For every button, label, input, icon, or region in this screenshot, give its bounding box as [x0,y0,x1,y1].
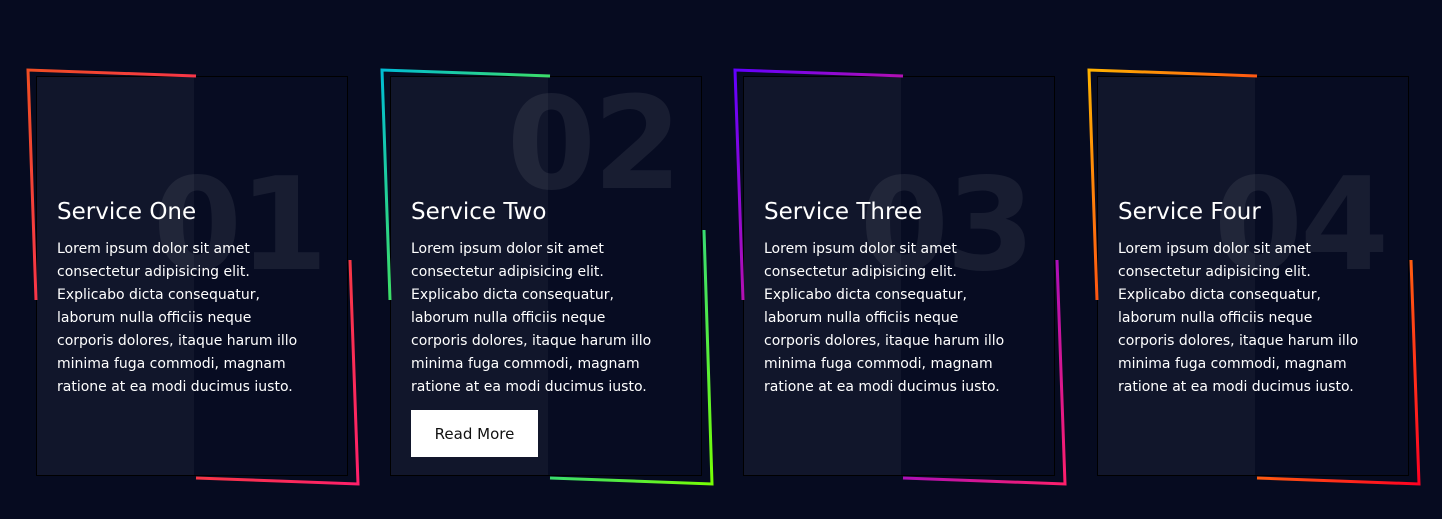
card-text-line: minima fuga commodi, magnam [411,356,640,372]
card-text-line: consectetur adipisicing elit. [764,264,957,280]
card-text-line: minima fuga commodi, magnam [764,356,993,372]
card-text-line: corporis dolores, itaque harum illo [57,333,298,349]
card-text-line: corporis dolores, itaque harum illo [411,333,652,349]
service-card-two: 02 Service Two Lorem ipsum dolor sit ame… [390,76,702,476]
card-description: Lorem ipsum dolor sit amet consectetur a… [57,238,347,399]
card-text-line: Lorem ipsum dolor sit amet [764,241,957,257]
card-text-line: Lorem ipsum dolor sit amet [57,241,250,257]
card-text-line: laborum nulla officiis neque [1118,310,1313,326]
card-text-line: laborum nulla officiis neque [57,310,252,326]
card-text-line: Explicabo dicta consequatur, [57,287,260,303]
service-card-one: 01 Service One Lorem ipsum dolor sit ame… [36,76,348,476]
card-text-line: consectetur adipisicing elit. [1118,264,1311,280]
card-text-line: Explicabo dicta consequatur, [764,287,967,303]
card-text-line: Explicabo dicta consequatur, [1118,287,1321,303]
card-text-line: corporis dolores, itaque harum illo [764,333,1005,349]
card-title: Service One [57,199,197,225]
card-title: Service Four [1118,199,1261,225]
card-text-line: ratione at ea modi ducimus iusto. [1118,379,1354,395]
card-title: Service Three [764,199,923,225]
card-text-line: laborum nulla officiis neque [764,310,959,326]
card-text-line: consectetur adipisicing elit. [411,264,604,280]
card-text-line: ratione at ea modi ducimus iusto. [57,379,293,395]
card-description: Lorem ipsum dolor sit amet consectetur a… [1118,238,1408,399]
card-text-line: Lorem ipsum dolor sit amet [411,241,604,257]
service-card-four: 04 Service Four Lorem ipsum dolor sit am… [1097,76,1409,476]
card-text-line: ratione at ea modi ducimus iusto. [411,379,647,395]
card-text-line: Explicabo dicta consequatur, [411,287,614,303]
card-text-line: ratione at ea modi ducimus iusto. [764,379,1000,395]
card-text-line: minima fuga commodi, magnam [57,356,286,372]
card-text-line: laborum nulla officiis neque [411,310,606,326]
read-more-button[interactable]: Read More [411,410,538,457]
card-text-line: consectetur adipisicing elit. [57,264,250,280]
card-text-line: minima fuga commodi, magnam [1118,356,1347,372]
card-number: 02 [506,70,682,219]
card-text-line: Lorem ipsum dolor sit amet [1118,241,1311,257]
card-description: Lorem ipsum dolor sit amet consectetur a… [764,238,1054,399]
card-text-line: corporis dolores, itaque harum illo [1118,333,1359,349]
card-title: Service Two [411,199,547,225]
card-description: Lorem ipsum dolor sit amet consectetur a… [411,238,701,399]
service-card-three: 03 Service Three Lorem ipsum dolor sit a… [743,76,1055,476]
